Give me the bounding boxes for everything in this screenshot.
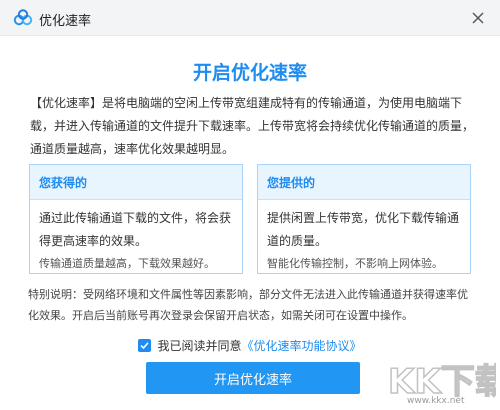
agreement-row: 我已阅读并同意 《优化速率功能协议》: [0, 337, 500, 354]
app-logo-icon: [13, 9, 33, 26]
checkmark-icon: [140, 342, 150, 350]
watermark-site: www.kkx.net: [407, 396, 465, 406]
agree-checkbox[interactable]: [138, 339, 152, 352]
close-icon: [472, 12, 484, 24]
gain-card: 您获得的 通过此传输通道下载的文件，将会获得更高速率的效果。 传输通道质量越高，…: [29, 164, 243, 274]
title-bar: 优化速率: [0, 0, 500, 36]
provide-card-body: 提供闲置上传带宽，优化下载传输通道的质量。: [267, 211, 460, 248]
agree-label: 我已阅读并同意: [157, 339, 242, 353]
gain-card-note: 传输通道质量越高，下载效果越好。: [39, 257, 215, 270]
provide-card: 您提供的 提供闲置上传带宽，优化下载传输通道的质量。 智能化传输控制，不影响上网…: [257, 164, 471, 274]
special-notice: 特别说明：受网络环境和文件属性等因素影响，部分文件无法进入此传输通道并获得速率优…: [28, 288, 468, 322]
provide-card-note: 智能化传输控制，不影响上网体验。: [267, 257, 443, 270]
intro-text: 【优化速率】是将电脑端的空闲上传带宽组建成特有的传输通道，为使用电脑端下载，并进…: [30, 96, 475, 156]
gain-card-body: 通过此传输通道下载的文件，将会获得更高速率的效果。: [39, 211, 232, 248]
agreement-link[interactable]: 《优化速率功能协议》: [242, 337, 362, 354]
gain-card-title: 您获得的: [30, 165, 242, 200]
provide-card-title: 您提供的: [258, 165, 470, 200]
window-title: 优化速率: [39, 14, 92, 29]
close-button[interactable]: [466, 6, 490, 30]
page-heading: 开启优化速率: [192, 62, 307, 84]
enable-speedup-button[interactable]: 开启优化速率: [146, 362, 360, 394]
